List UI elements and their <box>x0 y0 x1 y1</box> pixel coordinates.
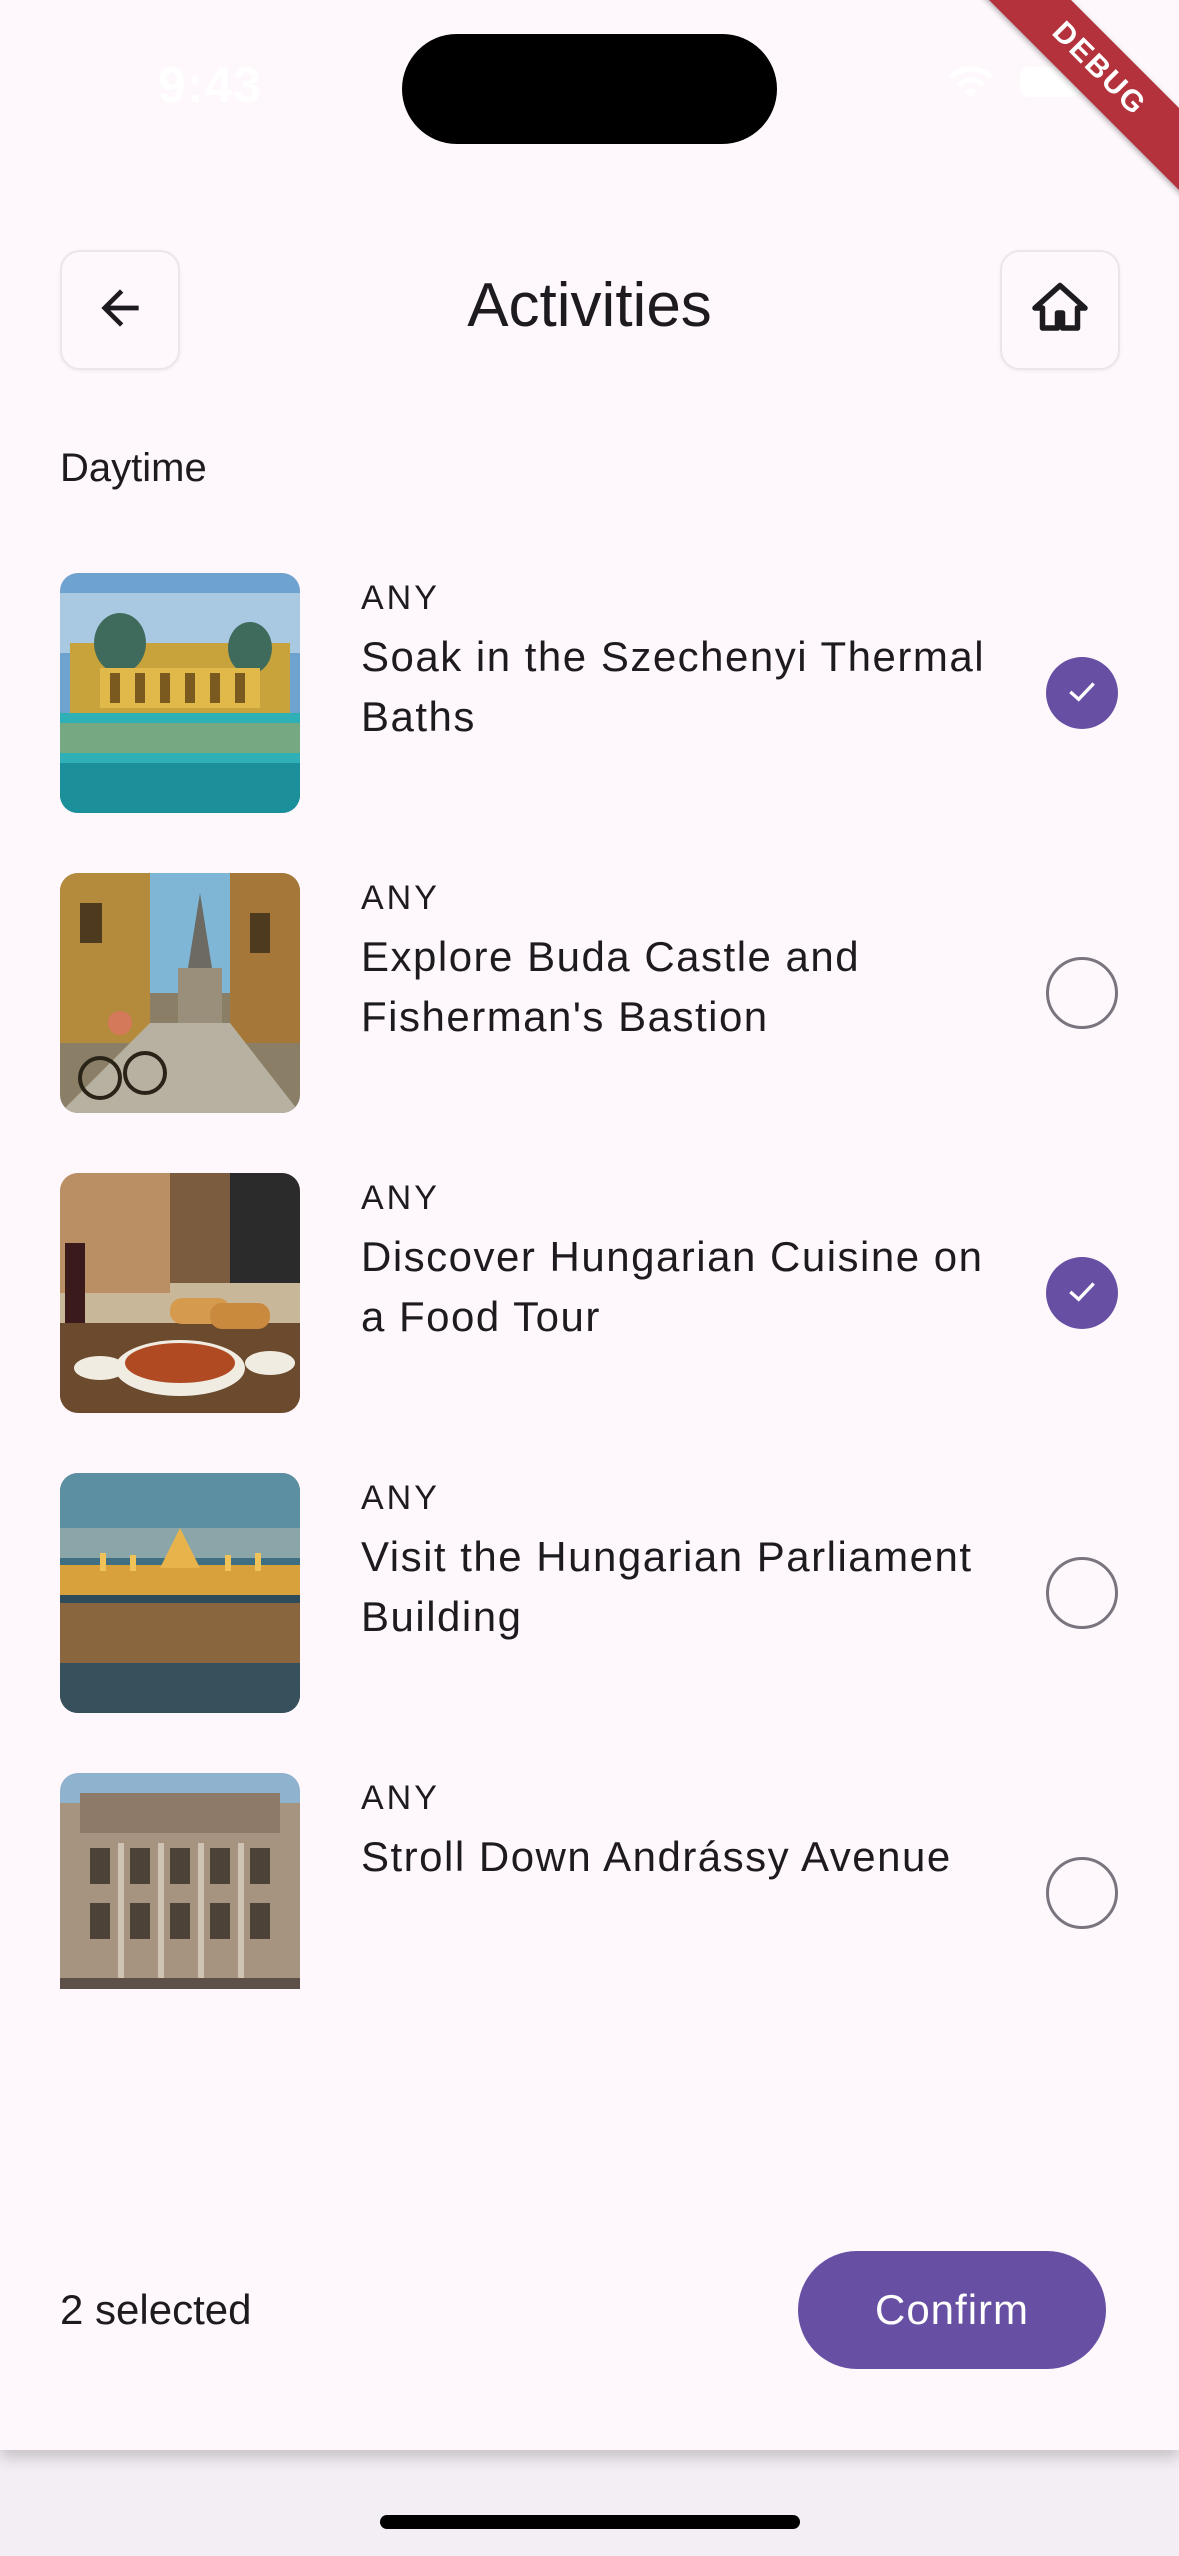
food-table-photo <box>60 1173 300 1413</box>
section-label: Daytime <box>60 446 207 490</box>
castle-street-photo <box>60 873 300 1113</box>
activity-list[interactable]: ANY Soak in the Szechenyi Thermal Baths <box>0 573 1179 1989</box>
selected-count: 2 selected <box>60 2286 252 2333</box>
parliament-photo <box>60 1473 300 1713</box>
check-icon <box>1062 1271 1102 1316</box>
activity-tag: ANY <box>361 1179 440 1217</box>
dynamic-island <box>402 34 777 144</box>
activity-item[interactable]: ANY Explore Buda Castle and Fisherman's … <box>0 873 1179 1113</box>
app-screen: 9:43 DEBUG Activities Daytime ANY Soak i… <box>0 0 1179 2450</box>
activity-item[interactable]: ANY Visit the Hungarian Parliament Build… <box>0 1473 1179 1713</box>
check-icon <box>1062 671 1102 716</box>
wifi-icon <box>947 64 995 100</box>
activity-item[interactable]: ANY Stroll Down Andrássy Avenue <box>0 1773 1179 1989</box>
activity-tag: ANY <box>361 1779 440 1817</box>
activity-tag: ANY <box>361 579 440 617</box>
avenue-building-photo <box>60 1773 300 1989</box>
activity-item[interactable]: ANY Discover Hungarian Cuisine on a Food… <box>0 1173 1179 1413</box>
thermal-baths-photo <box>60 573 300 813</box>
activity-item[interactable]: ANY Soak in the Szechenyi Thermal Baths <box>0 573 1179 813</box>
selection-checkbox[interactable] <box>1046 1557 1118 1629</box>
activity-title: Discover Hungarian Cuisine on a Food Tou… <box>361 1233 984 1340</box>
activity-tag: ANY <box>361 879 440 917</box>
home-indicator[interactable] <box>380 2515 800 2529</box>
selection-checkbox[interactable] <box>1046 1857 1118 1929</box>
activity-title: Stroll Down Andrássy Avenue <box>361 1833 952 1880</box>
selection-checkbox[interactable] <box>1046 957 1118 1029</box>
debug-banner: DEBUG <box>944 0 1179 224</box>
confirm-button[interactable]: Confirm <box>798 2251 1106 2369</box>
selection-checkbox[interactable] <box>1046 657 1118 729</box>
home-button[interactable] <box>1000 250 1120 370</box>
activity-title: Soak in the Szechenyi Thermal Baths <box>361 633 986 740</box>
activity-title: Explore Buda Castle and Fisherman's Bast… <box>361 933 861 1040</box>
activity-tag: ANY <box>361 1479 440 1517</box>
activity-title: Visit the Hungarian Parliament Building <box>361 1533 973 1640</box>
selection-checkbox[interactable] <box>1046 1257 1118 1329</box>
home-icon <box>1030 278 1090 343</box>
status-time: 9:43 <box>158 57 263 113</box>
